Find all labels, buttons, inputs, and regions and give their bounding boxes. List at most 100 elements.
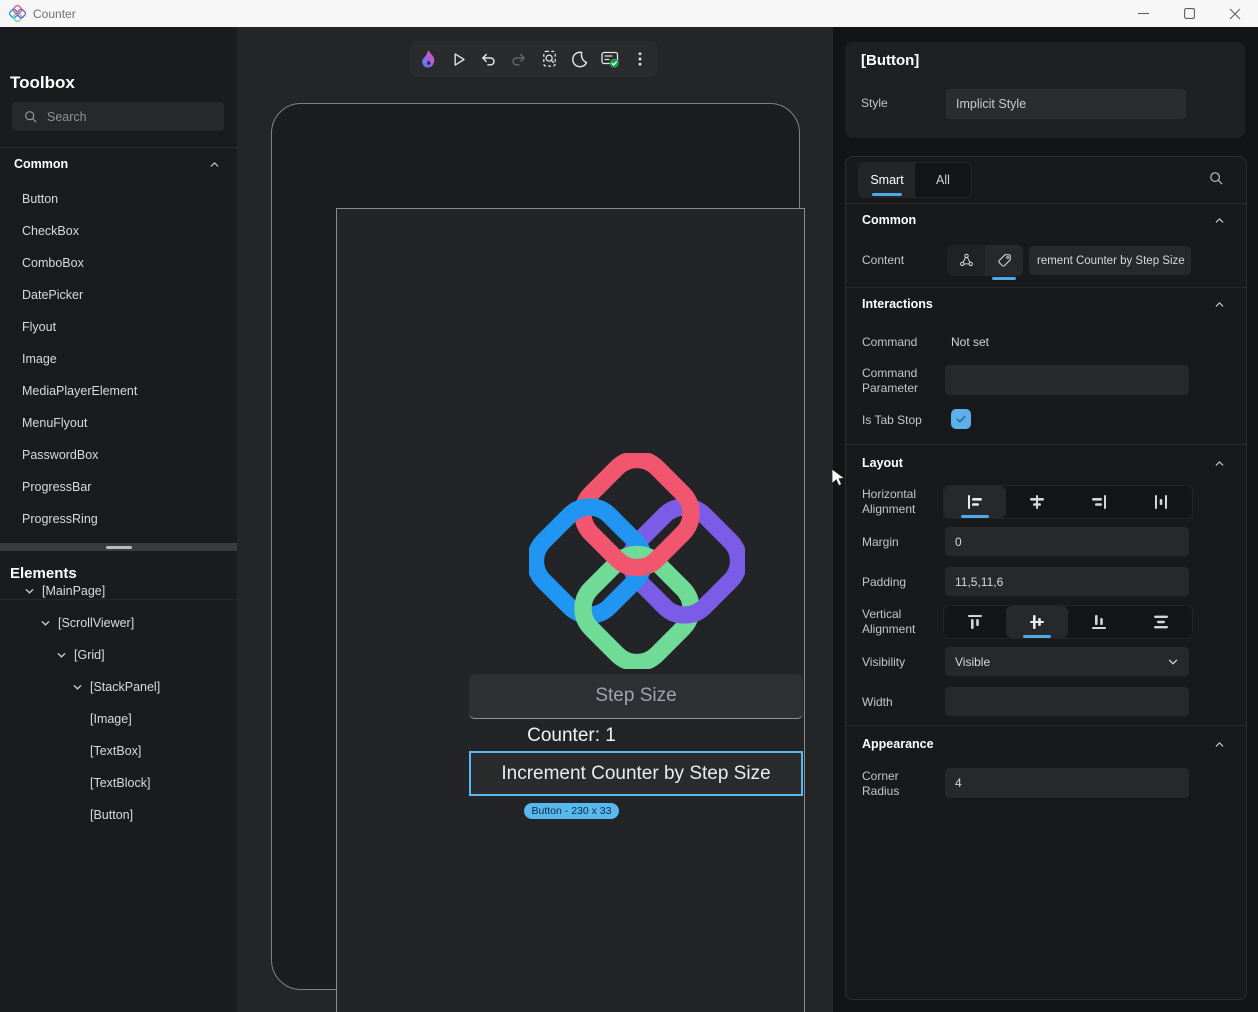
active-alignment-indicator <box>1023 635 1051 638</box>
corner-radius-input[interactable]: 4 <box>945 768 1189 798</box>
content-input[interactable]: rement Counter by Step Size <box>1029 246 1191 275</box>
theme-moon-icon <box>571 51 588 67</box>
toolbox-title: Toolbox <box>10 73 75 92</box>
validation-success-icon <box>600 51 619 68</box>
chevron-up-icon <box>1215 460 1224 466</box>
hot-reload-button[interactable] <box>416 47 440 71</box>
toolbox-search-input[interactable] <box>47 109 197 124</box>
app-logo-icon <box>9 5 26 22</box>
visibility-select[interactable]: Visible <box>945 647 1189 676</box>
tree-item-stackpanel[interactable]: [StackPanel] <box>0 671 237 703</box>
step-size-textbox[interactable]: Step Size <box>469 674 803 719</box>
content-mode-toggle <box>947 245 1023 280</box>
close-button[interactable] <box>1212 0 1258 27</box>
valign-bottom-button[interactable] <box>1068 606 1130 638</box>
style-input[interactable]: Implicit Style <box>946 89 1186 119</box>
chevron-down-icon[interactable] <box>24 586 35 597</box>
tab-all[interactable]: All <box>915 163 971 197</box>
checkmark-icon <box>956 415 966 423</box>
command-label: Command <box>862 335 918 349</box>
play-button[interactable] <box>446 47 470 71</box>
counter-textblock[interactable]: Counter: 1 <box>337 725 806 747</box>
tree-item-textbox[interactable]: [TextBox] <box>0 735 237 767</box>
is-tab-stop-label: Is Tab Stop <box>862 413 922 427</box>
panel-splitter[interactable] <box>0 543 237 551</box>
divider <box>846 203 1246 204</box>
tree-item-grid[interactable]: [Grid] <box>0 639 237 671</box>
padding-input[interactable]: 11,5,11,6 <box>945 567 1189 596</box>
theme-toggle-button[interactable] <box>567 47 591 71</box>
redo-button[interactable] <box>507 47 531 71</box>
app-logo-image[interactable] <box>529 453 745 669</box>
is-tab-stop-checkbox[interactable] <box>951 409 971 429</box>
toolbox-section-common[interactable]: Common <box>0 148 237 180</box>
minimize-icon <box>1137 12 1149 15</box>
tree-item-mainpage[interactable]: [MainPage] <box>0 575 237 607</box>
toolbox-item-button[interactable]: Button <box>0 183 237 215</box>
chevron-up-icon <box>1215 217 1224 223</box>
section-layout[interactable]: Layout <box>846 448 1246 478</box>
command-parameter-input[interactable] <box>945 365 1189 395</box>
toolbox-item-image[interactable]: Image <box>0 343 237 375</box>
search-icon <box>25 110 37 123</box>
properties-search-icon[interactable] <box>1209 171 1224 186</box>
valign-stretch-button[interactable] <box>1130 606 1192 638</box>
content-literal-button[interactable] <box>985 245 1023 280</box>
maximize-button[interactable] <box>1166 0 1212 27</box>
tree-item-scrollviewer[interactable]: [ScrollViewer] <box>0 607 237 639</box>
tree-item-button-selected[interactable]: [Button] <box>0 799 237 831</box>
section-appearance[interactable]: Appearance <box>846 729 1246 759</box>
section-interactions[interactable]: Interactions <box>846 289 1246 319</box>
design-canvas[interactable]: Step Size Counter: 1 Increment Counter b… <box>237 27 833 1012</box>
margin-label: Margin <box>862 535 899 549</box>
width-label: Width <box>862 695 893 709</box>
content-label: Content <box>862 253 905 267</box>
minimize-button[interactable] <box>1120 0 1166 27</box>
toolbox-item-datepicker[interactable]: DatePicker <box>0 279 237 311</box>
align-vertical-center-icon <box>1030 615 1044 629</box>
tree-item-image[interactable]: [Image] <box>0 703 237 735</box>
toolbox-search[interactable] <box>12 102 224 131</box>
validation-button[interactable] <box>598 47 622 71</box>
increment-button-selected[interactable]: Increment Counter by Step Size <box>469 751 803 796</box>
toolbox-item-progressring[interactable]: ProgressRing <box>0 503 237 535</box>
halign-right-button[interactable] <box>1068 486 1130 518</box>
toolbox-item-checkbox[interactable]: CheckBox <box>0 215 237 247</box>
align-vertical-bottom-icon <box>1092 615 1106 629</box>
chevron-up-icon <box>1215 301 1224 307</box>
chevron-down-icon[interactable] <box>40 618 51 629</box>
selection-size-badge: Button - 230 x 33 <box>337 803 806 819</box>
device-frame: Step Size Counter: 1 Increment Counter b… <box>271 103 805 1012</box>
tab-smart[interactable]: Smart <box>859 163 915 197</box>
padding-label: Padding <box>862 575 907 589</box>
section-common[interactable]: Common <box>846 205 1246 235</box>
halign-stretch-button[interactable] <box>1130 486 1192 518</box>
toolbox-item-passwordbox[interactable]: PasswordBox <box>0 439 237 471</box>
valign-top-button[interactable] <box>944 606 1006 638</box>
mouse-cursor <box>831 468 846 487</box>
titlebar: Counter <box>0 0 1258 27</box>
chevron-down-icon[interactable] <box>72 682 83 693</box>
align-vertical-stretch-icon <box>1154 615 1168 629</box>
chevron-down-icon[interactable] <box>56 650 67 661</box>
designer-window: Counter Toolbox Common Button <box>0 0 1258 1012</box>
tree-item-textblock[interactable]: [TextBlock] <box>0 767 237 799</box>
toolbox-item-menuflyout[interactable]: MenuFlyout <box>0 407 237 439</box>
margin-input[interactable]: 0 <box>945 527 1189 556</box>
halign-left-button[interactable] <box>944 486 1006 518</box>
toolbox-item-progressbar[interactable]: ProgressBar <box>0 471 237 503</box>
close-icon <box>1229 8 1241 19</box>
more-options-kebab-icon <box>638 52 642 66</box>
content-binding-button[interactable] <box>947 245 985 276</box>
valign-center-button[interactable] <box>1006 606 1068 638</box>
toolbox-item-flyout[interactable]: Flyout <box>0 311 237 343</box>
chevron-up-icon <box>210 161 219 167</box>
inspect-element-button[interactable] <box>537 47 561 71</box>
undo-button[interactable] <box>477 47 501 71</box>
toolbox-item-mediaplayerelement[interactable]: MediaPlayerElement <box>0 375 237 407</box>
halign-center-button[interactable] <box>1006 486 1068 518</box>
toolbox-item-combobox[interactable]: ComboBox <box>0 247 237 279</box>
hot-reload-flame-icon <box>421 49 435 68</box>
width-input[interactable] <box>945 687 1189 716</box>
more-options-button[interactable] <box>628 47 652 71</box>
